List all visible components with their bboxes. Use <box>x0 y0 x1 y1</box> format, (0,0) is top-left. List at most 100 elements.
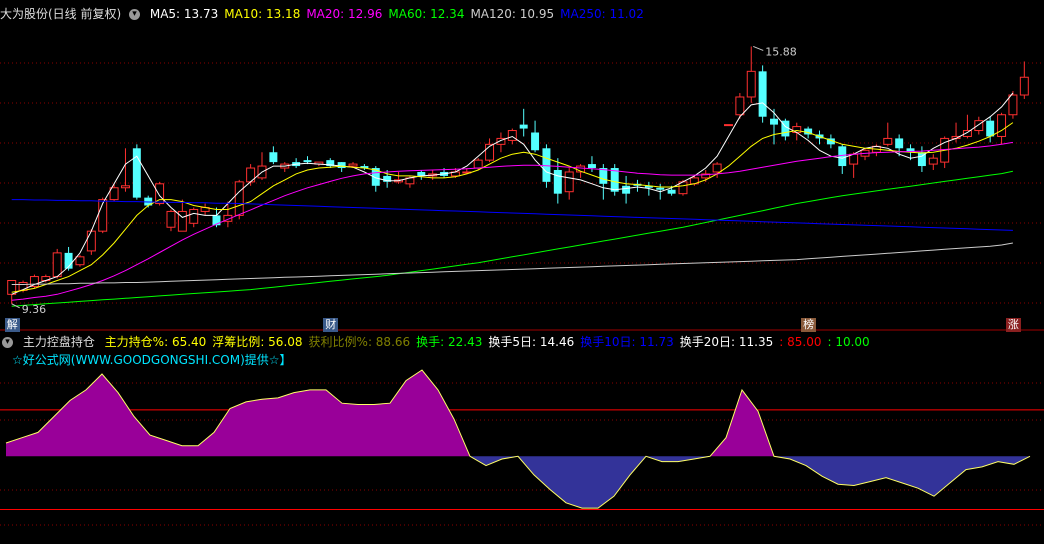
ma-line-ma120 <box>11 242 1013 285</box>
candle-body <box>531 132 540 151</box>
ma-legend-item-1: MA10: 13.18 <box>224 7 301 21</box>
indicator-title: 主力控盘持仓 <box>22 335 95 349</box>
indicator-legend-item-label: 换手5日 <box>488 335 533 349</box>
ma-legend-item-label: MA10 <box>224 7 259 21</box>
ma-legend-item-2: MA20: 12.96 <box>306 7 383 21</box>
candle-body <box>75 256 85 266</box>
ma-legend-item-label: MA60 <box>388 7 423 21</box>
ma-legend-item-value: 13.73 <box>183 7 219 21</box>
ma-legend-item-value: 12.96 <box>348 7 383 21</box>
candle-body <box>587 164 596 169</box>
candle-body <box>1019 76 1029 96</box>
ma-legend-item-label: MA250 <box>560 7 602 21</box>
candle-body <box>986 120 995 137</box>
candle-body <box>189 208 199 224</box>
negative-area <box>470 456 710 509</box>
indicator-legend-item-value: 14.46 <box>539 335 575 349</box>
candle-body <box>120 185 130 189</box>
candle-body <box>303 160 312 163</box>
indicator-legend-item-4: 换手5日: 14.46 <box>488 335 575 349</box>
candle-body <box>86 230 96 252</box>
ma-legend-item-0: MA5: 13.73 <box>149 7 219 21</box>
candle-body <box>667 189 676 194</box>
ma-legend-item-value: 13.18 <box>265 7 301 21</box>
positive-area <box>710 389 774 457</box>
candle-body <box>928 157 938 165</box>
price-annotations: 15.88 9.36 <box>11 45 797 316</box>
indicator-area-series <box>0 369 1044 510</box>
candle-body <box>656 187 665 190</box>
ma-legend-item-4: MA120: 10.95 <box>470 7 555 21</box>
candle-body <box>473 159 483 169</box>
high-label: 15.88 <box>765 45 797 58</box>
indicator-legend-item-1: 浮筹比例: 56.08 <box>212 335 303 349</box>
ma-legend-item-label: MA120 <box>470 7 512 21</box>
indicator-legend-item-value: 56.08 <box>268 335 303 349</box>
candle-body <box>758 71 767 117</box>
ma-legend-item-value: 12.34 <box>430 7 465 21</box>
indicator-legend-item-2: 获利比例%: 88.66 <box>308 335 411 349</box>
indicator-legend-item-label: 主力持仓% <box>104 335 165 349</box>
main-header: 大为股份(日线 前复权) ▾ MA5: 13.73 MA10: 13.18 MA20… <box>0 5 656 23</box>
ma-legend-item-5: MA250: 11.02 <box>560 7 644 21</box>
candle-body <box>792 126 802 134</box>
candle-body <box>269 152 278 163</box>
formula-credit: ☆好公式网(WWW.GOODGONGSHI.COM)提供☆】 <box>12 353 292 367</box>
chart-title: 大为股份(日线 前复权) <box>0 7 122 21</box>
indicator-legend-item-value: 10.00 <box>835 335 870 349</box>
indicator-legend-item-value: 11.35 <box>738 335 774 349</box>
candle-body <box>883 137 893 145</box>
indicator-options-icon[interactable]: ▾ <box>2 337 13 348</box>
candle-body <box>895 138 904 149</box>
ma-legend-item-value: 10.95 <box>519 7 555 21</box>
indicator-legend-item-value: 11.73 <box>639 335 674 349</box>
ma-legend-item-value: 11.02 <box>609 7 644 21</box>
high-pointer <box>753 46 764 51</box>
ma-legend-item-3: MA60: 12.34 <box>388 7 465 21</box>
indicator-legend-item-7: : 85.00 <box>779 335 822 349</box>
indicator-legend-item-8: : 10.00 <box>827 335 870 349</box>
low-label: 9.36 <box>22 303 47 316</box>
event-marker[interactable]: 榜 <box>801 318 817 332</box>
ma-legend: MA5: 13.73 MA10: 13.18 MA20: 12.96 MA60: 12… <box>150 7 650 21</box>
candle-body <box>519 124 528 129</box>
candle-body <box>564 171 574 193</box>
candle-body <box>348 163 358 167</box>
candle-body <box>337 162 346 169</box>
indicator-legend-item-value: 85.00 <box>787 335 822 349</box>
ma-legend-item-label: MA20 <box>306 7 341 21</box>
candle-body <box>770 118 778 125</box>
chart-options-icon[interactable]: ▾ <box>129 9 141 20</box>
candle-body <box>1008 94 1018 116</box>
indicator-legend-item-value: 22.43 <box>448 335 483 349</box>
candle-body <box>542 148 551 182</box>
event-marker[interactable]: 解 <box>4 318 20 332</box>
indicator-legend: 主力持仓%: 65.40 浮筹比例: 56.08 获利比例%: 88.66 换手: 2… <box>105 335 876 349</box>
indicator-legend-item-5: 换手10日: 11.73 <box>580 335 674 349</box>
candle-body <box>166 210 176 228</box>
indicator-legend-item-6: 换手20日: 11.35 <box>679 335 774 349</box>
moving-average-series <box>11 92 1014 307</box>
indicator-legend-item-label: 换手10日 <box>580 335 632 349</box>
candlestick-series <box>7 46 1029 304</box>
indicator-legend-item-label: 浮筹比例 <box>212 335 261 349</box>
indicator-legend-item-label: 换手20日 <box>679 335 732 349</box>
chart-canvas: 15.88 9.36 <box>0 45 1044 526</box>
event-marker[interactable]: 涨 <box>1005 318 1021 332</box>
ma-legend-item-label: MA5 <box>149 7 177 21</box>
candle-body <box>746 70 756 98</box>
event-marker[interactable]: 财 <box>323 318 339 332</box>
ma-line-ma250 <box>11 199 1013 231</box>
candle-body <box>234 181 244 216</box>
indicator-legend-item-0: 主力持仓%: 65.40 <box>104 335 207 349</box>
candle-body <box>997 114 1007 137</box>
indicator-legend-item-3: 换手: 22.43 <box>416 335 483 349</box>
indicator-legend-item-label: 换手 <box>416 335 441 349</box>
candle-body <box>724 124 733 127</box>
candle-body <box>553 170 562 194</box>
sub-header: ▾ 主力控盘持仓 主力持仓%: 65.40 浮筹比例: 56.08 获利比例%: 8… <box>0 333 882 351</box>
candle-body <box>712 163 722 173</box>
candle-body <box>52 252 62 278</box>
indicator-legend-item-value: 65.40 <box>171 335 207 349</box>
candle-body <box>735 96 745 116</box>
